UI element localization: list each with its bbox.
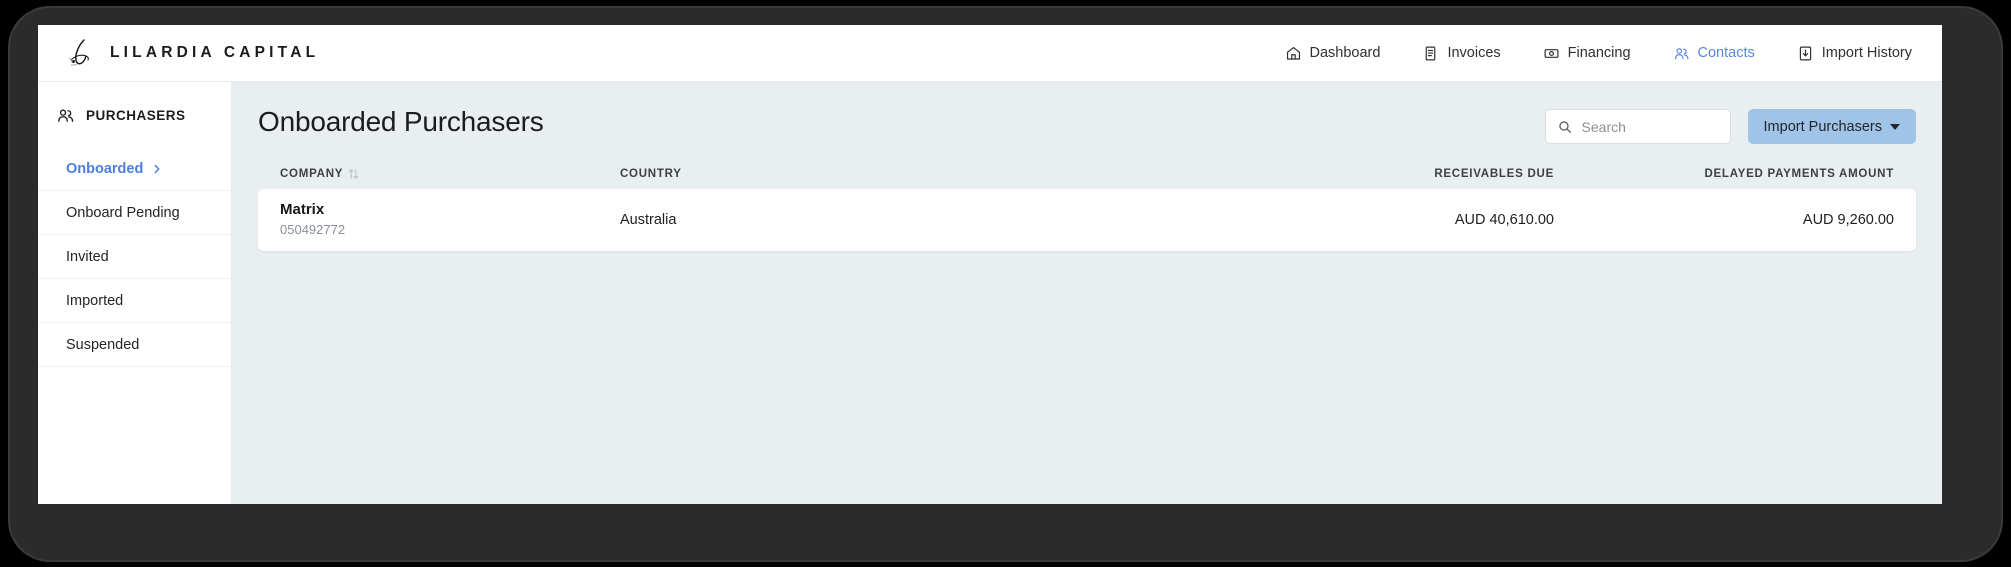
- sidebar: PURCHASERS Onboarded Onboard Pending Inv…: [38, 82, 232, 504]
- column-label-receivables-due: RECEIVABLES DUE: [1434, 168, 1554, 180]
- header-controls: Import Purchasers: [1544, 106, 1916, 144]
- sidebar-label-onboarded: Onboarded: [66, 160, 144, 177]
- search-box[interactable]: [1544, 109, 1731, 144]
- column-header-delayed-payments: DELAYED PAYMENTS AMOUNT: [1554, 168, 1894, 180]
- import-purchasers-label: Import Purchasers: [1763, 118, 1882, 135]
- sidebar-item-onboard-pending[interactable]: Onboard Pending: [38, 191, 231, 235]
- app-screen: LILARDIA CAPITAL Dashboard Invoices Fina…: [38, 25, 1942, 504]
- company-name: Matrix: [280, 201, 325, 219]
- company-id: 050492772: [280, 222, 346, 238]
- sidebar-label-imported: Imported: [66, 292, 124, 309]
- app-header: LILARDIA CAPITAL Dashboard Invoices Fina…: [38, 25, 1942, 82]
- sidebar-title-label: PURCHASERS: [86, 108, 186, 123]
- banknote-icon: [1544, 48, 1559, 58]
- import-purchasers-button[interactable]: Import Purchasers: [1747, 109, 1916, 144]
- nav-label-contacts: Contacts: [1697, 45, 1755, 61]
- script-l-logo-icon: [68, 39, 89, 66]
- column-label-company: COMPANY: [280, 168, 344, 180]
- brand-name: LILARDIA CAPITAL: [110, 44, 320, 61]
- column-header-country: COUNTRY: [620, 168, 1204, 180]
- column-header-company[interactable]: COMPANY: [280, 168, 620, 180]
- sidebar-item-invited[interactable]: Invited: [38, 235, 231, 279]
- sidebar-label-invited: Invited: [66, 248, 109, 265]
- device-bezel: LILARDIA CAPITAL Dashboard Invoices Fina…: [8, 6, 2003, 562]
- table-header-row: COMPANY COUNTRY RECEIVABLES DUE DELAYED …: [258, 168, 1916, 189]
- sidebar-list: Onboarded Onboard Pending Invited Import…: [38, 147, 231, 367]
- download-box-icon: [1799, 46, 1811, 60]
- nav-item-financing[interactable]: Financing: [1543, 45, 1631, 62]
- sidebar-label-onboard-pending: Onboard Pending: [66, 204, 180, 221]
- nav-item-contacts[interactable]: Contacts: [1673, 45, 1755, 62]
- cell-country: Australia: [620, 212, 677, 228]
- search-icon: [1558, 120, 1571, 133]
- content-header: Onboarded Purchasers Import Purchasers: [258, 106, 1916, 144]
- column-label-delayed-payments: DELAYED PAYMENTS AMOUNT: [1704, 168, 1894, 180]
- nav-label-import-history: Import History: [1821, 45, 1912, 61]
- chevron-right-icon: [154, 164, 160, 173]
- caret-down-icon: [1890, 123, 1900, 130]
- sidebar-item-suspended[interactable]: Suspended: [38, 323, 231, 367]
- app-body: PURCHASERS Onboarded Onboard Pending Inv…: [38, 82, 1942, 504]
- cell-receivables-due: AUD 40,610.00: [1454, 212, 1554, 228]
- nav-label-invoices: Invoices: [1447, 45, 1501, 61]
- sidebar-item-imported[interactable]: Imported: [38, 279, 231, 323]
- column-header-receivables-due: RECEIVABLES DUE: [1204, 168, 1554, 180]
- cell-company: Matrix 050492772: [280, 201, 620, 238]
- main-nav: Dashboard Invoices Financing Contacts Im…: [1285, 45, 1912, 62]
- sidebar-label-suspended: Suspended: [66, 336, 140, 353]
- search-input[interactable]: [1581, 118, 1718, 135]
- nav-item-invoices[interactable]: Invoices: [1422, 45, 1501, 62]
- table-row[interactable]: Matrix 050492772 Australia AUD 40,610.00…: [258, 189, 1916, 251]
- sidebar-title: PURCHASERS: [38, 106, 231, 125]
- sort-arrows-icon: [349, 169, 359, 179]
- page-title: Onboarded Purchasers: [258, 106, 544, 137]
- nav-item-dashboard[interactable]: Dashboard: [1285, 45, 1381, 62]
- brand-logo[interactable]: LILARDIA CAPITAL: [62, 36, 319, 70]
- nav-label-financing: Financing: [1567, 45, 1631, 61]
- nav-label-dashboard: Dashboard: [1309, 45, 1381, 61]
- sidebar-item-onboarded[interactable]: Onboarded: [38, 147, 231, 191]
- document-icon: [1426, 46, 1436, 60]
- people-icon: [1674, 47, 1688, 59]
- people-icon: [58, 109, 74, 122]
- content-area: Onboarded Purchasers Import Purchasers: [232, 82, 1942, 504]
- nav-item-import-history[interactable]: Import History: [1797, 45, 1912, 62]
- home-icon: [1286, 46, 1300, 60]
- column-label-country: COUNTRY: [620, 168, 682, 180]
- cell-delayed-payments-amount: AUD 9,260.00: [1802, 212, 1894, 228]
